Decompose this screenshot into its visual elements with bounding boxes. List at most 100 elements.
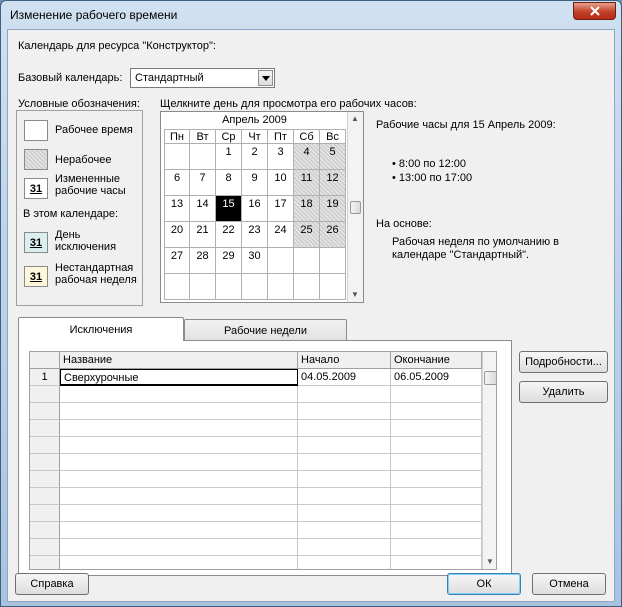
calendar-day[interactable]: 23 xyxy=(242,222,268,248)
calendar-day[interactable]: 11 xyxy=(294,170,320,196)
calendar-scrollbar[interactable]: ▲ ▼ xyxy=(347,112,363,302)
cell-end[interactable] xyxy=(391,556,482,569)
table-row[interactable]: 1 Сверхурочные 04.05.2009 06.05.2009 xyxy=(30,369,482,386)
calendar-day[interactable]: 14 xyxy=(190,196,216,222)
calendar-day[interactable]: 21 xyxy=(190,222,216,248)
ok-button[interactable]: ОК xyxy=(447,573,521,595)
calendar-day[interactable]: 25 xyxy=(294,222,320,248)
cell-start[interactable] xyxy=(298,403,391,420)
cell-end[interactable] xyxy=(391,488,482,505)
cell-name[interactable] xyxy=(60,522,298,539)
details-button[interactable]: Подробности... xyxy=(519,351,608,373)
table-row[interactable] xyxy=(30,386,482,403)
calendar-day[interactable]: 20 xyxy=(164,222,190,248)
cell-start[interactable]: 04.05.2009 xyxy=(298,369,391,386)
table-scrollbar[interactable]: ▼ xyxy=(482,352,496,569)
cell-end[interactable] xyxy=(391,505,482,522)
scroll-up-icon[interactable]: ▲ xyxy=(351,114,359,123)
cell-end[interactable]: 06.05.2009 xyxy=(391,369,482,386)
cell-start[interactable] xyxy=(298,488,391,505)
calendar-day[interactable]: 30 xyxy=(242,248,268,274)
calendar-day[interactable]: 15 xyxy=(216,196,242,222)
dropdown-button[interactable] xyxy=(258,70,273,86)
cell-name[interactable] xyxy=(60,454,298,471)
cell-start[interactable] xyxy=(298,420,391,437)
base-calendar-select[interactable]: Стандартный xyxy=(130,68,275,88)
calendar-day[interactable]: 7 xyxy=(190,170,216,196)
cell-end[interactable] xyxy=(391,454,482,471)
calendar-day[interactable]: 6 xyxy=(164,170,190,196)
cancel-button[interactable]: Отмена xyxy=(532,573,606,595)
calendar-day[interactable]: 12 xyxy=(320,170,346,196)
cell-start[interactable] xyxy=(298,539,391,556)
table-row[interactable] xyxy=(30,556,482,569)
table-row[interactable] xyxy=(30,488,482,505)
calendar-day[interactable]: 4 xyxy=(294,144,320,170)
scroll-down-icon[interactable]: ▼ xyxy=(351,290,359,299)
calendar-day[interactable]: 29 xyxy=(216,248,242,274)
cell-name[interactable]: Сверхурочные xyxy=(60,369,298,386)
table-row[interactable] xyxy=(30,539,482,556)
table-row[interactable] xyxy=(30,454,482,471)
table-row[interactable] xyxy=(30,437,482,454)
cell-name[interactable] xyxy=(60,488,298,505)
cell-end[interactable] xyxy=(391,437,482,454)
scroll-thumb[interactable] xyxy=(350,201,361,214)
calendar-day[interactable]: 5 xyxy=(320,144,346,170)
cell-name[interactable] xyxy=(60,386,298,403)
cell-start[interactable] xyxy=(298,556,391,569)
tab-exceptions[interactable]: Исключения xyxy=(18,317,184,341)
cell-name[interactable] xyxy=(60,403,298,420)
cell-name[interactable] xyxy=(60,471,298,488)
calendar-day[interactable]: 17 xyxy=(268,196,294,222)
calendar-day[interactable]: 9 xyxy=(242,170,268,196)
calendar-day[interactable]: 2 xyxy=(242,144,268,170)
cell-start[interactable] xyxy=(298,437,391,454)
column-header-start[interactable]: Начало xyxy=(298,352,391,369)
month-calendar: Апрель 2009 Пн Вт Ср Чт Пт Сб Вс 1 2 3 4 5 6 7 8 9 10 11 1… xyxy=(160,111,364,303)
cell-name[interactable] xyxy=(60,539,298,556)
calendar-day[interactable]: 27 xyxy=(164,248,190,274)
close-button[interactable] xyxy=(573,2,616,20)
cell-end[interactable] xyxy=(391,420,482,437)
help-button[interactable]: Справка xyxy=(15,573,89,595)
calendar-day[interactable]: 19 xyxy=(320,196,346,222)
scroll-thumb[interactable] xyxy=(484,371,496,385)
scroll-down-icon[interactable]: ▼ xyxy=(486,557,494,566)
calendar-day[interactable]: 24 xyxy=(268,222,294,248)
column-header-end[interactable]: Окончание xyxy=(391,352,482,369)
cell-name[interactable] xyxy=(60,437,298,454)
cell-start[interactable] xyxy=(298,454,391,471)
cell-start[interactable] xyxy=(298,386,391,403)
calendar-day[interactable]: 10 xyxy=(268,170,294,196)
cell-name[interactable] xyxy=(60,556,298,569)
cell-end[interactable] xyxy=(391,471,482,488)
cell-start[interactable] xyxy=(298,505,391,522)
calendar-day[interactable]: 18 xyxy=(294,196,320,222)
table-row[interactable] xyxy=(30,505,482,522)
cell-start[interactable] xyxy=(298,471,391,488)
calendar-day[interactable]: 8 xyxy=(216,170,242,196)
cell-name[interactable] xyxy=(60,420,298,437)
calendar-day[interactable]: 22 xyxy=(216,222,242,248)
calendar-day[interactable]: 13 xyxy=(164,196,190,222)
cell-start[interactable] xyxy=(298,522,391,539)
table-row[interactable] xyxy=(30,403,482,420)
calendar-day[interactable]: 3 xyxy=(268,144,294,170)
tab-work-weeks[interactable]: Рабочие недели xyxy=(184,319,347,341)
delete-button[interactable]: Удалить xyxy=(519,381,608,403)
exceptions-panel: Название Начало Окончание 1 Сверхурочные 0… xyxy=(18,340,512,576)
cell-name[interactable] xyxy=(60,505,298,522)
cell-end[interactable] xyxy=(391,403,482,420)
calendar-day[interactable]: 26 xyxy=(320,222,346,248)
cell-end[interactable] xyxy=(391,539,482,556)
calendar-day[interactable]: 28 xyxy=(190,248,216,274)
table-row[interactable] xyxy=(30,522,482,539)
table-row[interactable] xyxy=(30,471,482,488)
calendar-day[interactable]: 16 xyxy=(242,196,268,222)
cell-end[interactable] xyxy=(391,522,482,539)
cell-end[interactable] xyxy=(391,386,482,403)
column-header-name[interactable]: Название xyxy=(60,352,298,369)
table-row[interactable] xyxy=(30,420,482,437)
calendar-day[interactable]: 1 xyxy=(216,144,242,170)
